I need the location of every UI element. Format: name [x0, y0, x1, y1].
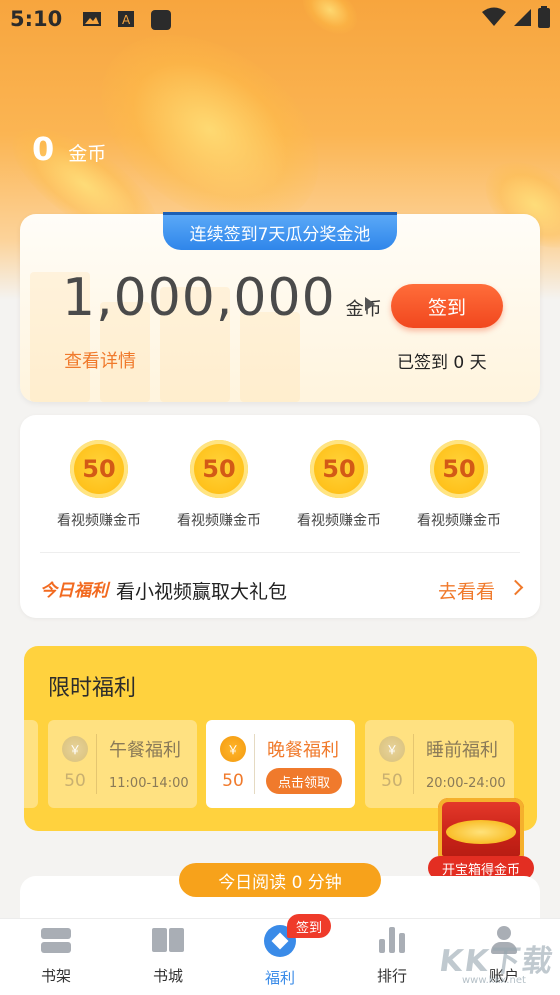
- photo-icon: [82, 9, 102, 29]
- signin-badge: 签到: [287, 914, 331, 938]
- status-bar: 5:10 A: [0, 0, 560, 38]
- status-time: 5:10: [10, 7, 63, 31]
- coin-balance: 0 金币: [32, 130, 106, 168]
- jackpot-pool-tab: 连续签到7天瓜分奖金池: [163, 212, 397, 250]
- meal-time: 11:00-14:00: [109, 776, 189, 791]
- coin-icon: ￥: [220, 736, 246, 762]
- signed-days-text: 已签到 0 天: [397, 353, 487, 373]
- go-see-link[interactable]: 去看看: [438, 577, 495, 604]
- video-reward-item[interactable]: 50 看视频赚金币: [279, 440, 399, 530]
- watermark-url: www.kkx.net: [462, 975, 526, 986]
- tab-bookstore[interactable]: 书城: [123, 925, 213, 986]
- today-welfare-text: 看小视频赢取大礼包: [116, 581, 288, 603]
- tab-bookshelf[interactable]: 书架: [11, 925, 101, 986]
- coin-icon: ￥: [379, 736, 405, 762]
- jackpot-unit: 金币: [345, 299, 382, 320]
- wifi-icon: [482, 7, 506, 31]
- limited-welfare-title: 限时福利: [48, 676, 137, 701]
- tab-label: 福利: [264, 969, 295, 987]
- bookshelf-icon: [39, 925, 73, 955]
- app-icon: [150, 9, 172, 30]
- coin-balance-value: 0: [32, 130, 55, 168]
- video-reward-label: 看视频赚金币: [297, 513, 381, 529]
- tab-label: 排行: [376, 967, 407, 985]
- meal-coins: 50: [64, 771, 86, 791]
- rank-icon: [375, 925, 409, 955]
- video-reward-item[interactable]: 50 看视频赚金币: [159, 440, 279, 530]
- coin-icon: ￥: [62, 736, 88, 762]
- claim-button[interactable]: 点击领取: [266, 768, 342, 794]
- font-icon: A: [116, 9, 136, 29]
- video-reward-item[interactable]: 50 看视频赚金币: [399, 440, 519, 530]
- coin-badge: 50: [430, 440, 488, 498]
- video-reward-label: 看视频赚金币: [57, 513, 141, 529]
- signal-icon: [512, 7, 532, 31]
- meal-name: 睡前福利: [426, 740, 498, 761]
- meal-coins: 50: [381, 771, 403, 791]
- tab-label: 书架: [40, 967, 71, 985]
- today-reading-pill: 今日阅读 0 分钟: [179, 863, 381, 897]
- view-details-link[interactable]: 查看详情: [64, 347, 136, 373]
- play-arrow-icon: [365, 297, 375, 311]
- meal-coins: 50: [222, 771, 244, 791]
- meal-time: 20:00-24:00: [426, 776, 506, 791]
- svg-text:A: A: [122, 13, 131, 27]
- divider: [40, 552, 520, 553]
- treasure-chest[interactable]: 开宝箱得金币: [428, 790, 538, 885]
- today-welfare-tag: 今日福利: [40, 581, 108, 601]
- watermark: KK下载: [437, 944, 557, 979]
- video-reward-label: 看视频赚金币: [177, 513, 261, 529]
- meal-name: 晚餐福利: [267, 740, 339, 761]
- lunch-welfare-card[interactable]: ￥ 50 午餐福利 11:00-14:00: [48, 720, 197, 808]
- signin-button[interactable]: 签到: [391, 284, 503, 328]
- battery-icon: [538, 6, 550, 32]
- coin-badge: 50: [70, 440, 128, 498]
- jackpot: 1,000,000 金币: [62, 268, 382, 328]
- book-icon: [151, 925, 185, 955]
- video-reward-label: 看视频赚金币: [417, 513, 501, 529]
- tab-label: 书城: [152, 967, 183, 985]
- coin-balance-unit: 金币: [68, 143, 107, 165]
- meal-name: 午餐福利: [109, 740, 181, 761]
- tab-ranking[interactable]: 排行: [347, 925, 437, 986]
- coin-badge: 50: [190, 440, 248, 498]
- dinner-welfare-card[interactable]: ￥ 50 晚餐福利 点击领取: [206, 720, 355, 808]
- jackpot-amount: 1,000,000: [62, 268, 336, 328]
- coin-badge: 50: [310, 440, 368, 498]
- video-reward-item[interactable]: 50 看视频赚金币: [39, 440, 159, 530]
